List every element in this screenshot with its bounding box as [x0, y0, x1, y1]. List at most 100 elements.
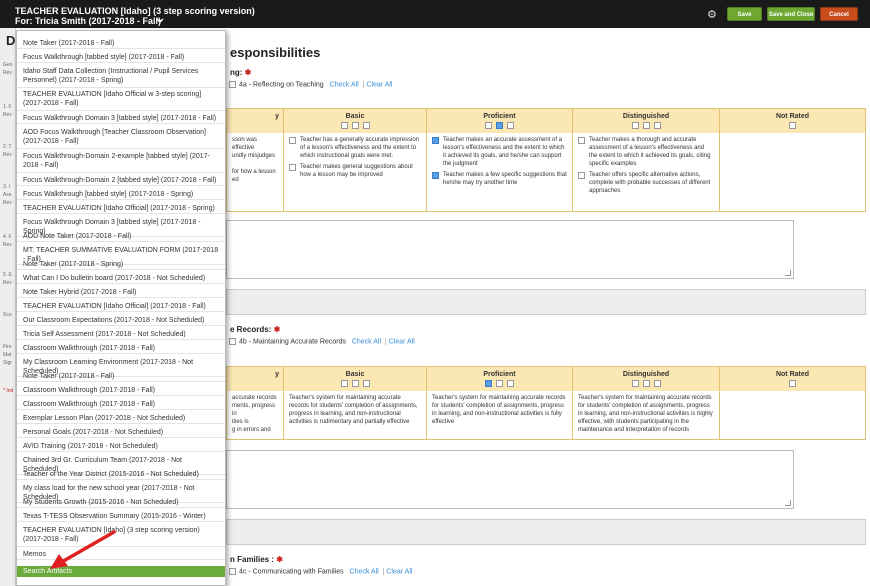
score-box[interactable]: [631, 380, 639, 387]
score-box[interactable]: [642, 380, 650, 387]
dropdown-item[interactable]: AOD Note Taker (2017-2018 - Fall): [17, 232, 225, 242]
comment-textarea-4a[interactable]: [226, 220, 794, 279]
check-all-link[interactable]: Check All: [330, 81, 359, 88]
dropdown-item[interactable]: TEACHER EVALUATION [Idaho Official] (201…: [17, 204, 225, 214]
dropdown-item[interactable]: My Students Growth (2015-2016 - Not Sche…: [17, 498, 225, 508]
artifacts-bar-4a[interactable]: [226, 289, 866, 315]
clear-all-link[interactable]: Clear All: [366, 81, 392, 88]
dropdown-item[interactable]: Classroom Walkthrough (2017-2018 - Fall): [17, 344, 225, 354]
dropdown-item[interactable]: Teacher of the Year District (2015-2016 …: [17, 470, 225, 480]
score-box[interactable]: [631, 122, 639, 129]
level-header-proficient: Proficient: [427, 109, 573, 133]
nav-label[interactable]: 4. F: [3, 234, 12, 240]
indicator-checkbox[interactable]: [578, 172, 585, 179]
dropdown-item[interactable]: Exemplar Lesson Plan (2017-2018 - Not Sc…: [17, 414, 225, 424]
save-and-close-button[interactable]: Save and Close: [767, 7, 815, 21]
dropdown-item[interactable]: Note Taker (2017-2018 - Spring): [17, 260, 225, 270]
score-box-selected[interactable]: [496, 122, 503, 129]
score-box[interactable]: [362, 122, 370, 129]
resize-handle[interactable]: [785, 500, 791, 506]
dropdown-item[interactable]: Focus Walkthrough-Domain 2-example [tabb…: [17, 152, 225, 173]
dropdown-item[interactable]: Focus Walkthrough [tabbed style] (2017-2…: [17, 53, 225, 63]
dropdown-item[interactable]: Classroom Walkthrough (2017-2018 - Fall): [17, 400, 225, 410]
cancel-button[interactable]: Cancel: [820, 7, 858, 21]
dropdown-item[interactable]: TEACHER EVALUATION [Idaho Official w 3-s…: [17, 90, 225, 111]
rubric-cell-proficient: Teacher's system for maintaining accurat…: [427, 391, 573, 439]
comment-textarea-4b[interactable]: [226, 450, 794, 509]
nav-label[interactable]: Sco: [3, 312, 12, 318]
score-box[interactable]: [496, 380, 503, 387]
red-arrow-annotation: [50, 530, 116, 569]
nav-label[interactable]: Ass: [3, 192, 11, 198]
indicator-checkbox-checked[interactable]: [432, 137, 439, 144]
rubric-cell-unsatisfactory: accurate records ments, progress in itie…: [227, 391, 284, 439]
check-all-link[interactable]: Check All: [350, 568, 379, 575]
component-checkbox[interactable]: [229, 568, 236, 575]
score-box[interactable]: [642, 122, 650, 129]
nav-label[interactable]: Rev: [3, 200, 12, 206]
indicator-checkbox[interactable]: [289, 164, 296, 171]
dropdown-item[interactable]: Focus Walkthrough [tabbed style] (2017-2…: [17, 190, 225, 200]
nav-label[interactable]: Rev: [3, 242, 12, 248]
dropdown-item[interactable]: Focus Walkthrough-Domain 2 [tabbed style…: [17, 176, 225, 186]
score-box[interactable]: [507, 122, 514, 129]
form-title: TEACHER EVALUATION [Idaho] (3 step scori…: [15, 6, 255, 16]
score-box[interactable]: [351, 122, 359, 129]
score-box[interactable]: [653, 380, 661, 387]
score-box[interactable]: [340, 380, 348, 387]
rubric-cell-unsatisfactory: sson was effective undly misjudges for h…: [227, 133, 284, 211]
artifacts-bar-4b[interactable]: [226, 519, 866, 545]
component-checkbox[interactable]: [229, 338, 236, 345]
resize-handle[interactable]: [785, 270, 791, 276]
score-box[interactable]: [789, 380, 796, 387]
form-subtitle[interactable]: For: Tricia Smith (2017-2018 - Fall): [15, 16, 161, 26]
nav-label[interactable]: Rev: [3, 112, 12, 118]
gear-icon[interactable]: ⚙: [707, 8, 717, 21]
component-4c: 4c - Communicating with Families Check A…: [229, 568, 412, 575]
score-box[interactable]: [362, 380, 370, 387]
dropdown-item[interactable]: Our Classroom Expectations (2017-2018 - …: [17, 316, 225, 326]
nav-label[interactable]: 3. I: [3, 184, 10, 190]
nav-label[interactable]: 5. E: [3, 272, 12, 278]
score-box[interactable]: [351, 380, 359, 387]
score-box[interactable]: [507, 380, 514, 387]
dropdown-item[interactable]: AVID Training (2017-2018 - Not Scheduled…: [17, 442, 225, 452]
nav-label[interactable]: Rev: [3, 280, 12, 286]
score-box[interactable]: [789, 122, 796, 129]
subsection-heading: ng: ✱: [230, 68, 252, 77]
check-all-link[interactable]: Check All: [352, 338, 381, 345]
nav-label[interactable]: Rev: [3, 152, 12, 158]
score-box-selected[interactable]: [485, 380, 492, 387]
top-bar: TEACHER EVALUATION [Idaho] (3 step scori…: [0, 0, 870, 28]
dropdown-item[interactable]: Note Taker (2017-2018 - Fall): [17, 372, 225, 382]
nav-label[interactable]: Rev: [3, 70, 12, 76]
nav-label[interactable]: 2. T: [3, 144, 12, 150]
dropdown-item[interactable]: Classroom Walkthrough (2017-2018 - Fall): [17, 386, 225, 396]
dropdown-item[interactable]: Texas T-TESS Observation Summary (2015-2…: [17, 512, 225, 522]
score-box[interactable]: [485, 122, 492, 129]
dropdown-item[interactable]: What Can I Do bulletin board (2017-2018 …: [17, 274, 225, 284]
indicator-checkbox-checked[interactable]: [432, 172, 439, 179]
rubric-cell-not-rated: [720, 133, 865, 211]
nav-label[interactable]: 1. F: [3, 104, 12, 110]
dropdown-item[interactable]: Note Taker (2017-2018 - Fall): [17, 39, 225, 49]
dropdown-item[interactable]: Tricia Self Assessment (2017-2018 - Not …: [17, 330, 225, 340]
score-box[interactable]: [340, 122, 348, 129]
nav-label[interactable]: Gen: [3, 62, 12, 68]
save-button[interactable]: Save: [727, 7, 762, 21]
dropdown-item[interactable]: Focus Walkthrough Domain 3 [tabbed style…: [17, 114, 225, 124]
score-box[interactable]: [653, 122, 661, 129]
indicator-checkbox[interactable]: [289, 137, 296, 144]
dropdown-item[interactable]: Personal Goals (2017-2018 - Not Schedule…: [17, 428, 225, 438]
indicator-checkbox[interactable]: [578, 137, 585, 144]
dropdown-item[interactable]: AOD Focus Walkthrough [Teacher Classroom…: [17, 128, 225, 149]
clear-all-link[interactable]: Clear All: [386, 568, 412, 575]
dropdown-item[interactable]: Idaho Staff Data Collection (Instruction…: [17, 67, 225, 88]
component-checkbox[interactable]: [229, 81, 236, 88]
level-header-not-rated: Not Rated: [720, 367, 865, 391]
dropdown-item[interactable]: Note Taker Hybrid (2017-2018 - Fall): [17, 288, 225, 298]
chevron-down-icon[interactable]: [156, 16, 164, 26]
dropdown-item[interactable]: TEACHER EVALUATION [Idaho Official] (201…: [17, 302, 225, 312]
level-header-distinguished: Distinguished: [573, 367, 720, 391]
clear-all-link[interactable]: Clear All: [389, 338, 415, 345]
